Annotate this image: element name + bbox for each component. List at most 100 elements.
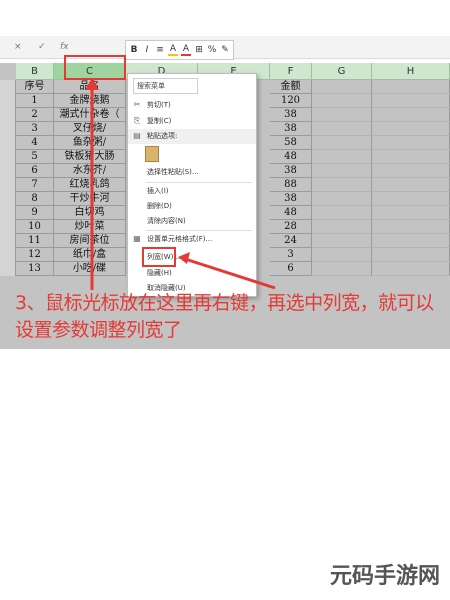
cancel-icon[interactable]: ×: [14, 40, 22, 54]
cell-item-name[interactable]: 叉仔烧/: [54, 122, 126, 136]
row-header[interactable]: [0, 248, 16, 262]
menu-item-format-cells[interactable]: ▦ 设置单元格格式(F)...: [128, 232, 256, 247]
empty-cell[interactable]: [312, 192, 372, 206]
header-cell-amount[interactable]: 金额: [270, 80, 312, 94]
empty-cell[interactable]: [312, 206, 372, 220]
mini-format-toolbar[interactable]: B I ≡ A A ⊞ % ✎: [125, 40, 234, 60]
row-header[interactable]: [0, 192, 16, 206]
cell-item-name[interactable]: 纸巾/盒: [54, 248, 126, 262]
empty-cell[interactable]: [372, 136, 450, 150]
empty-cell[interactable]: [372, 150, 450, 164]
empty-cell[interactable]: [372, 94, 450, 108]
cell-item-name[interactable]: 鱼杂粥/: [54, 136, 126, 150]
cell-serial[interactable]: 9: [16, 206, 54, 220]
fx-icon[interactable]: fx: [60, 40, 69, 54]
menu-item-paste-special[interactable]: 选择性粘贴(S)...: [128, 165, 256, 180]
align-button[interactable]: ≡: [155, 45, 165, 55]
menu-item-clear-contents[interactable]: 清除内容(N): [128, 214, 256, 229]
cell-amount[interactable]: 38: [270, 164, 312, 178]
row-header[interactable]: [0, 150, 16, 164]
cell-serial[interactable]: 1: [16, 94, 54, 108]
cell-item-name[interactable]: 小吃/碟: [54, 262, 126, 276]
border-button[interactable]: ⊞: [194, 45, 204, 55]
cell-serial[interactable]: 12: [16, 248, 54, 262]
cell-amount[interactable]: 120: [270, 94, 312, 108]
cell-amount[interactable]: 38: [270, 192, 312, 206]
cell-serial[interactable]: 11: [16, 234, 54, 248]
empty-cell[interactable]: [312, 108, 372, 122]
confirm-icon[interactable]: ✓: [38, 40, 46, 54]
empty-cell[interactable]: [372, 122, 450, 136]
empty-cell[interactable]: [372, 206, 450, 220]
font-color-button[interactable]: A: [181, 44, 191, 56]
row-header[interactable]: [0, 262, 16, 276]
row-header[interactable]: [0, 108, 16, 122]
row-header[interactable]: [0, 206, 16, 220]
cell-item-name[interactable]: 白切鸡: [54, 206, 126, 220]
empty-cell[interactable]: [312, 262, 372, 276]
empty-cell[interactable]: [372, 178, 450, 192]
cell-serial[interactable]: 5: [16, 150, 54, 164]
empty-cell[interactable]: [312, 178, 372, 192]
cell-serial[interactable]: 6: [16, 164, 54, 178]
cell-item-name[interactable]: 铁板猪大肠: [54, 150, 126, 164]
header-cell-serial[interactable]: 序号: [16, 80, 54, 94]
menu-item-insert[interactable]: 插入(I): [128, 184, 256, 199]
row-header[interactable]: [0, 122, 16, 136]
row-header[interactable]: [0, 136, 16, 150]
row-header[interactable]: [0, 220, 16, 234]
empty-cell[interactable]: [372, 80, 450, 94]
column-header-g[interactable]: G: [312, 63, 372, 80]
cell-amount[interactable]: 48: [270, 150, 312, 164]
cell-item-name[interactable]: 金牌烧鹅: [54, 94, 126, 108]
empty-cell[interactable]: [372, 262, 450, 276]
empty-cell[interactable]: [312, 122, 372, 136]
menu-item-cut[interactable]: ✂ 剪切(T): [128, 98, 256, 113]
empty-cell[interactable]: [312, 136, 372, 150]
empty-cell[interactable]: [372, 108, 450, 122]
row-header[interactable]: [0, 80, 16, 94]
empty-cell[interactable]: [312, 150, 372, 164]
cell-serial[interactable]: 3: [16, 122, 54, 136]
cell-item-name[interactable]: 水东芥/: [54, 164, 126, 178]
bold-button[interactable]: B: [129, 45, 139, 55]
fill-color-button[interactable]: A: [168, 44, 178, 56]
empty-cell[interactable]: [312, 248, 372, 262]
menu-item-copy[interactable]: ⎘ 复制(C): [128, 114, 256, 129]
cell-serial[interactable]: 8: [16, 192, 54, 206]
format-painter-button[interactable]: ✎: [220, 45, 230, 55]
cell-amount[interactable]: 38: [270, 108, 312, 122]
paste-option-icon[interactable]: [145, 146, 159, 162]
cell-item-name[interactable]: 炒叶菜: [54, 220, 126, 234]
cell-amount[interactable]: 6: [270, 262, 312, 276]
cell-amount[interactable]: 38: [270, 122, 312, 136]
menu-item-delete[interactable]: 删除(D): [128, 199, 256, 214]
cell-item-name[interactable]: 房间茶位: [54, 234, 126, 248]
empty-cell[interactable]: [312, 164, 372, 178]
percent-button[interactable]: %: [207, 45, 217, 55]
row-header[interactable]: [0, 178, 16, 192]
empty-cell[interactable]: [312, 234, 372, 248]
column-header-f[interactable]: F: [270, 63, 312, 80]
cell-serial[interactable]: 2: [16, 108, 54, 122]
row-header[interactable]: [0, 164, 16, 178]
empty-cell[interactable]: [372, 234, 450, 248]
cell-amount[interactable]: 28: [270, 220, 312, 234]
cell-serial[interactable]: 4: [16, 136, 54, 150]
cell-item-name[interactable]: 红烧乳鸽: [54, 178, 126, 192]
empty-cell[interactable]: [372, 220, 450, 234]
cell-amount[interactable]: 3: [270, 248, 312, 262]
column-header-h[interactable]: H: [372, 63, 450, 80]
column-header-b[interactable]: B: [16, 63, 54, 80]
italic-button[interactable]: I: [142, 45, 152, 55]
empty-cell[interactable]: [312, 220, 372, 234]
cell-serial[interactable]: 13: [16, 262, 54, 276]
empty-cell[interactable]: [312, 94, 372, 108]
header-cell-item-name[interactable]: 品名: [54, 80, 126, 94]
cell-serial[interactable]: 10: [16, 220, 54, 234]
cell-item-name[interactable]: 干炒牛河: [54, 192, 126, 206]
menu-item-paste-options[interactable]: ▤ 粘贴选项:: [128, 129, 256, 144]
cell-amount[interactable]: 88: [270, 178, 312, 192]
empty-cell[interactable]: [312, 80, 372, 94]
cell-item-name[interactable]: 潮式什杂卷（: [54, 108, 126, 122]
